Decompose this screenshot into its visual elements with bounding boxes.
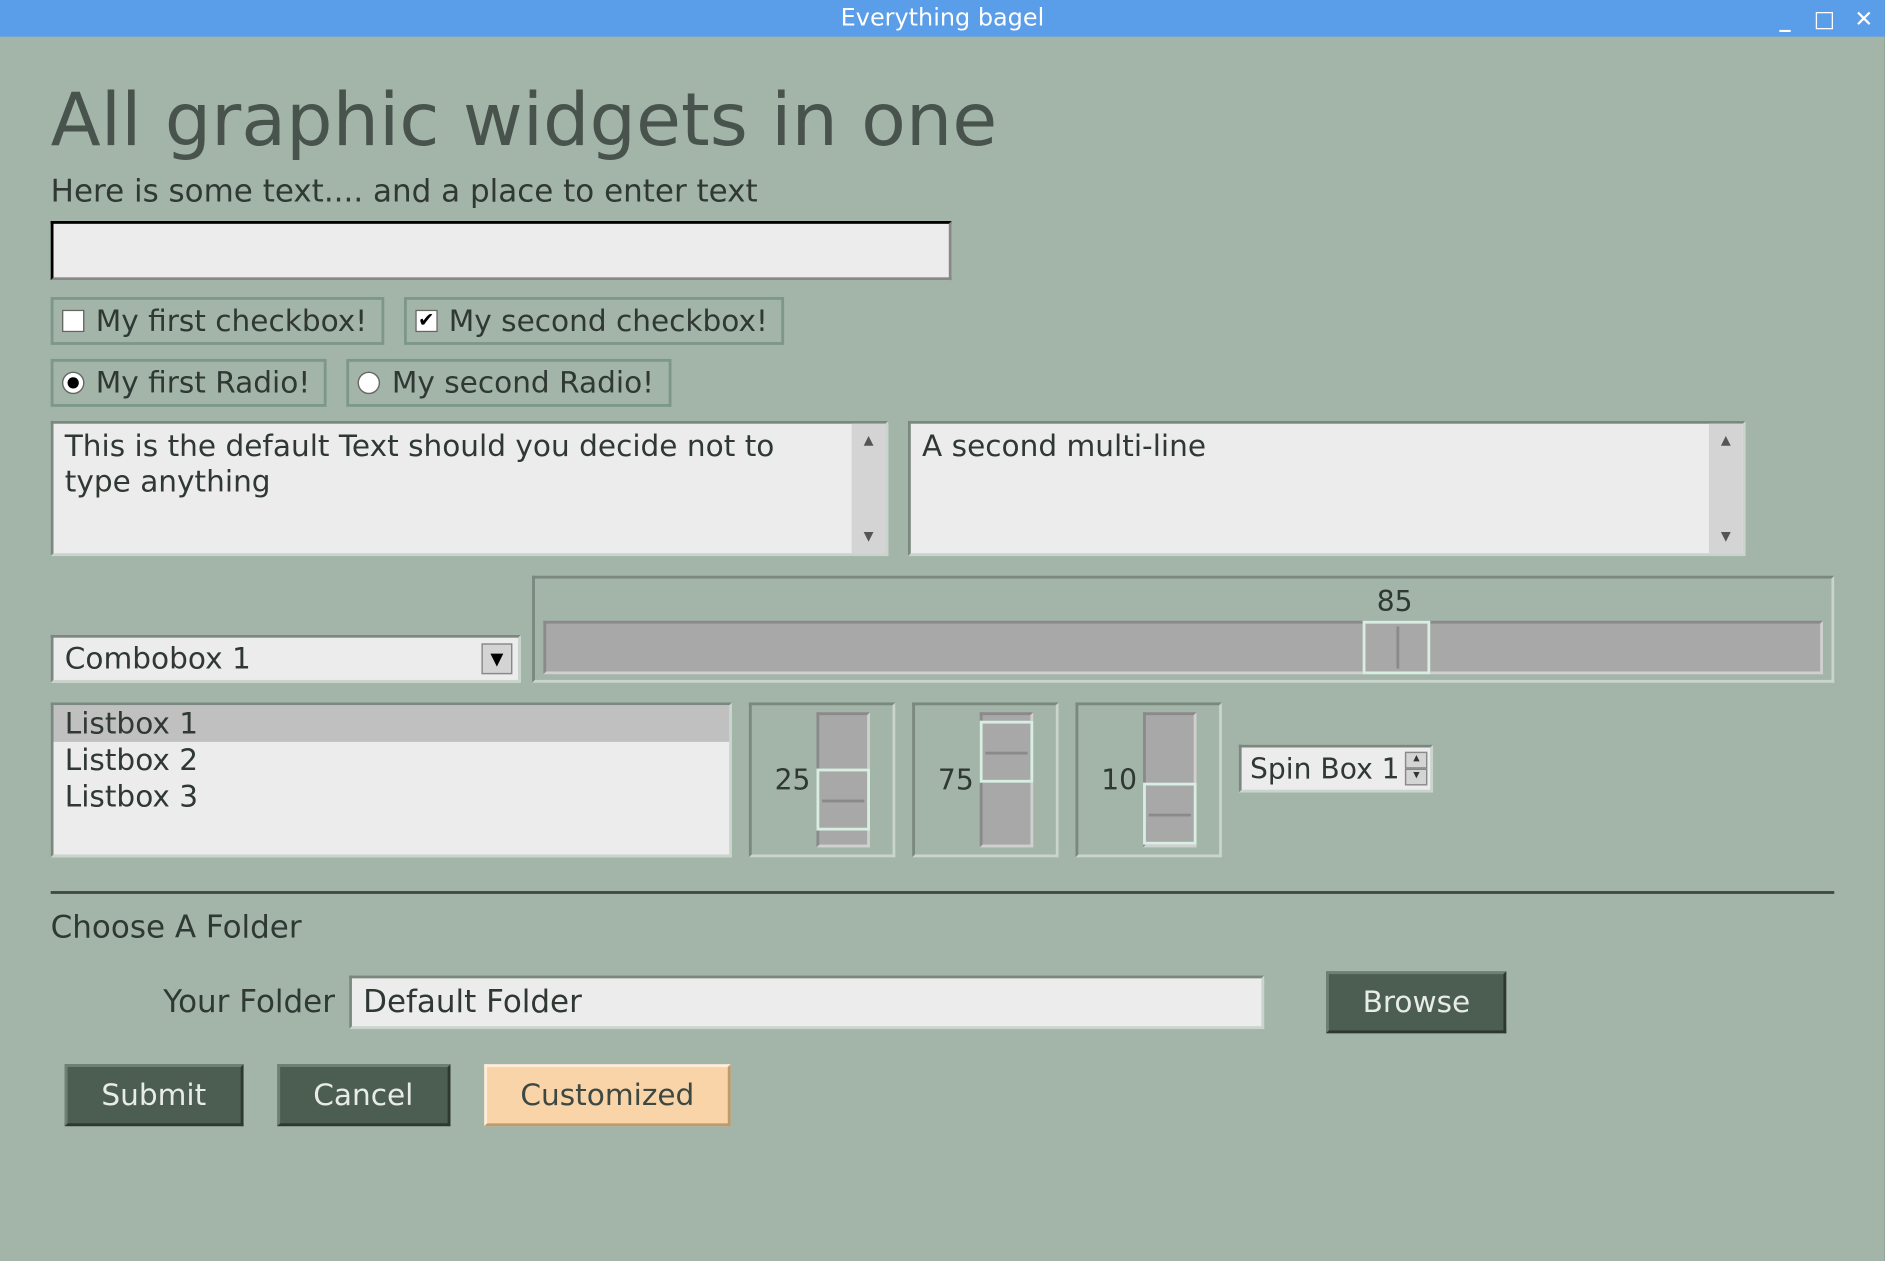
vslider-2-value: 75	[938, 763, 974, 797]
vertical-slider-3[interactable]: 10	[1075, 702, 1221, 857]
checkbox-2[interactable]: ✔ My second checkbox!	[404, 297, 785, 345]
folder-heading: Choose A Folder	[51, 911, 1835, 946]
multiline-2[interactable]: A second multi-line ▴ ▾	[908, 421, 1746, 556]
vslider-1-value: 25	[775, 763, 811, 797]
checkbox-row: My first checkbox! ✔ My second checkbox!	[51, 297, 1835, 345]
vslider-track[interactable]	[979, 712, 1032, 847]
spinbox-value: Spin Box 1	[1250, 752, 1400, 786]
vslider-3-value: 10	[1101, 763, 1137, 797]
customized-button[interactable]: Customized	[484, 1064, 731, 1126]
button-row: Submit Cancel Customized	[51, 1064, 1835, 1126]
spin-down-icon[interactable]: ▾	[1405, 769, 1428, 786]
listbox[interactable]: Listbox 1 Listbox 2 Listbox 3	[51, 702, 732, 857]
hslider-track[interactable]	[543, 621, 1823, 674]
page-title: All graphic widgets in one	[51, 79, 1835, 163]
hslider-value: 85	[543, 584, 1823, 618]
spinbox[interactable]: Spin Box 1 ▴ ▾	[1239, 745, 1434, 793]
text-input[interactable]	[51, 221, 952, 280]
intro-text: Here is some text.... and a place to ent…	[51, 175, 1835, 210]
scrollbar[interactable]: ▴ ▾	[1709, 424, 1743, 554]
minimize-icon[interactable]: _	[1772, 6, 1797, 31]
checkbox-icon	[62, 310, 85, 333]
scroll-down-icon[interactable]: ▾	[1709, 519, 1743, 553]
vslider-thumb[interactable]	[979, 721, 1032, 783]
radio-1[interactable]: My first Radio!	[51, 359, 327, 407]
window-body: All graphic widgets in one Here is some …	[0, 37, 1885, 1155]
window-controls: _ □ ✕	[1772, 0, 1876, 37]
radio-row: My first Radio! My second Radio!	[51, 359, 1835, 407]
radio-icon	[62, 372, 85, 395]
checkbox-2-label: My second checkbox!	[449, 304, 768, 338]
multiline-row: This is the default Text should you deci…	[51, 421, 1835, 556]
separator	[51, 891, 1835, 894]
multiline-2-text: A second multi-line	[911, 424, 1709, 554]
close-icon[interactable]: ✕	[1851, 6, 1876, 31]
scroll-up-icon[interactable]: ▴	[852, 424, 886, 458]
combo-slider-row: Combobox 1 ▼ 85	[51, 576, 1835, 683]
list-item[interactable]: Listbox 3	[53, 778, 729, 815]
titlebar: Everything bagel _ □ ✕	[0, 0, 1885, 37]
radio-2[interactable]: My second Radio!	[347, 359, 671, 407]
checkbox-icon: ✔	[415, 310, 438, 333]
vslider-track[interactable]	[1143, 712, 1196, 847]
submit-button[interactable]: Submit	[65, 1064, 243, 1126]
vslider-track[interactable]	[816, 712, 869, 847]
folder-row: Your Folder Browse	[51, 971, 1835, 1033]
vslider-thumb[interactable]	[816, 769, 869, 831]
chevron-down-icon[interactable]: ▼	[481, 643, 512, 674]
app-window: Everything bagel _ □ ✕ All graphic widge…	[0, 0, 1885, 1261]
maximize-icon[interactable]: □	[1812, 6, 1837, 31]
vertical-slider-2[interactable]: 75	[912, 702, 1058, 857]
vslider-thumb[interactable]	[1143, 783, 1196, 845]
folder-label: Your Folder	[163, 985, 335, 1020]
spinbox-arrows: ▴ ▾	[1405, 752, 1428, 786]
scrollbar[interactable]: ▴ ▾	[852, 424, 886, 554]
radio-1-label: My first Radio!	[96, 366, 310, 400]
folder-input[interactable]	[349, 976, 1264, 1029]
spin-up-icon[interactable]: ▴	[1405, 752, 1428, 769]
radio-2-label: My second Radio!	[392, 366, 654, 400]
cancel-button[interactable]: Cancel	[277, 1064, 450, 1126]
radio-icon	[358, 372, 381, 395]
horizontal-slider[interactable]: 85	[532, 576, 1834, 683]
scroll-down-icon[interactable]: ▾	[852, 519, 886, 553]
multiline-1[interactable]: This is the default Text should you deci…	[51, 421, 889, 556]
combobox-value: Combobox 1	[65, 642, 251, 676]
hslider-thumb[interactable]	[1363, 621, 1431, 674]
scroll-up-icon[interactable]: ▴	[1709, 424, 1743, 458]
multiline-1-text: This is the default Text should you deci…	[53, 424, 851, 554]
browse-button[interactable]: Browse	[1326, 971, 1507, 1033]
window-title: Everything bagel	[841, 4, 1045, 32]
vertical-slider-1[interactable]: 25	[749, 702, 895, 857]
list-item[interactable]: Listbox 1	[53, 705, 729, 742]
combobox[interactable]: Combobox 1 ▼	[51, 635, 521, 683]
checkbox-1-label: My first checkbox!	[96, 304, 367, 338]
checkbox-1[interactable]: My first checkbox!	[51, 297, 384, 345]
list-item[interactable]: Listbox 2	[53, 742, 729, 779]
list-slider-row: Listbox 1 Listbox 2 Listbox 3 25 75 10	[51, 702, 1835, 857]
